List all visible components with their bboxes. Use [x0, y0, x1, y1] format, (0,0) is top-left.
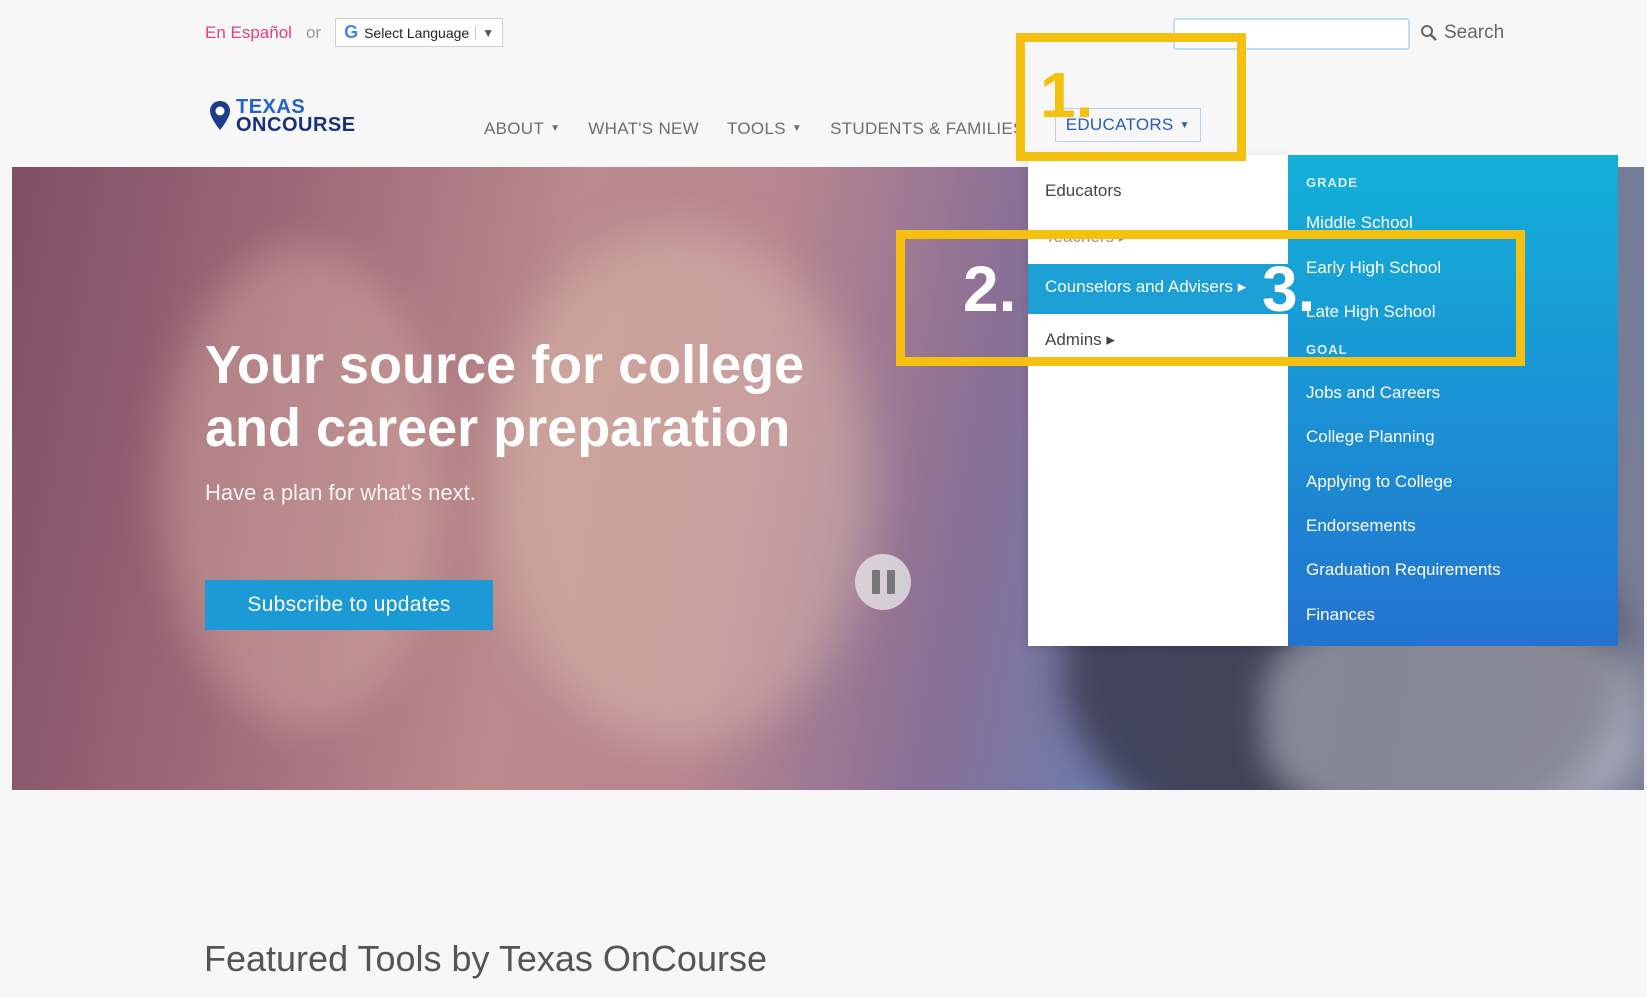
google-icon: G [344, 22, 359, 42]
annotation-number-3: 3. [1262, 253, 1316, 325]
submenu-link-endorsements[interactable]: Endorsements [1306, 516, 1416, 536]
nav-label: STUDENTS & FAMILIES [830, 118, 1025, 138]
featured-tools-heading: Featured Tools by Texas OnCourse [204, 938, 767, 979]
counselors-submenu: GRADE Middle School Early High School La… [1288, 155, 1618, 646]
pause-button[interactable] [855, 554, 911, 610]
grade-heading: GRADE [1306, 175, 1358, 190]
search-label: Search [1444, 22, 1505, 43]
nav-item-about[interactable]: ABOUT ▼ [470, 115, 574, 142]
nav-label: ABOUT [484, 118, 545, 138]
logo-line2: ONCOURSE [236, 114, 356, 136]
educators-menu: Educators Teachers ▸ Counselors and Advi… [1028, 155, 1288, 646]
caret-down-icon: ▼ [791, 123, 803, 134]
or-text: or [305, 22, 322, 42]
subscribe-button[interactable]: Subscribe to updates [205, 580, 493, 630]
nav-item-tools[interactable]: TOOLS ▼ [713, 115, 816, 142]
submenu-link-jobs-careers[interactable]: Jobs and Careers [1306, 383, 1440, 403]
submenu-link-applying-college[interactable]: Applying to College [1306, 472, 1452, 492]
pause-icon [871, 570, 880, 594]
location-pin-icon [210, 101, 230, 130]
submenu-link-college-planning[interactable]: College Planning [1306, 427, 1435, 447]
submenu-link-graduation[interactable]: Graduation Requirements [1306, 560, 1501, 580]
caret-down-icon: ▼ [550, 123, 561, 134]
nav-item-students-families[interactable]: STUDENTS & FAMILIES [816, 115, 1039, 142]
utility-bar: En Español or G Select Language ▼ [205, 18, 504, 47]
nav-item-whats-new[interactable]: WHAT'S NEW [574, 115, 713, 142]
dropdown-arrow-icon: ▼ [475, 25, 494, 40]
search-icon [1421, 25, 1437, 41]
site-logo[interactable]: TEXAS ONCOURSE [208, 97, 356, 136]
nav-label: WHAT'S NEW [588, 118, 700, 138]
nav-label: TOOLS [727, 118, 786, 138]
hero-subtitle: Have a plan for what's next. [205, 480, 476, 505]
annotation-number-2: 2. [963, 253, 1017, 325]
language-select-label: Select Language [364, 24, 470, 41]
menu-item-educators[interactable]: Educators [1045, 181, 1122, 201]
annotation-number-1: 1. [1040, 59, 1094, 131]
submenu-link-finances[interactable]: Finances [1306, 605, 1375, 625]
hero-title: Your source for college and career prepa… [205, 335, 805, 458]
language-select[interactable]: G Select Language ▼ [335, 18, 504, 47]
search-button[interactable]: Search [1420, 22, 1504, 44]
espanol-link[interactable]: En Español [205, 23, 292, 43]
